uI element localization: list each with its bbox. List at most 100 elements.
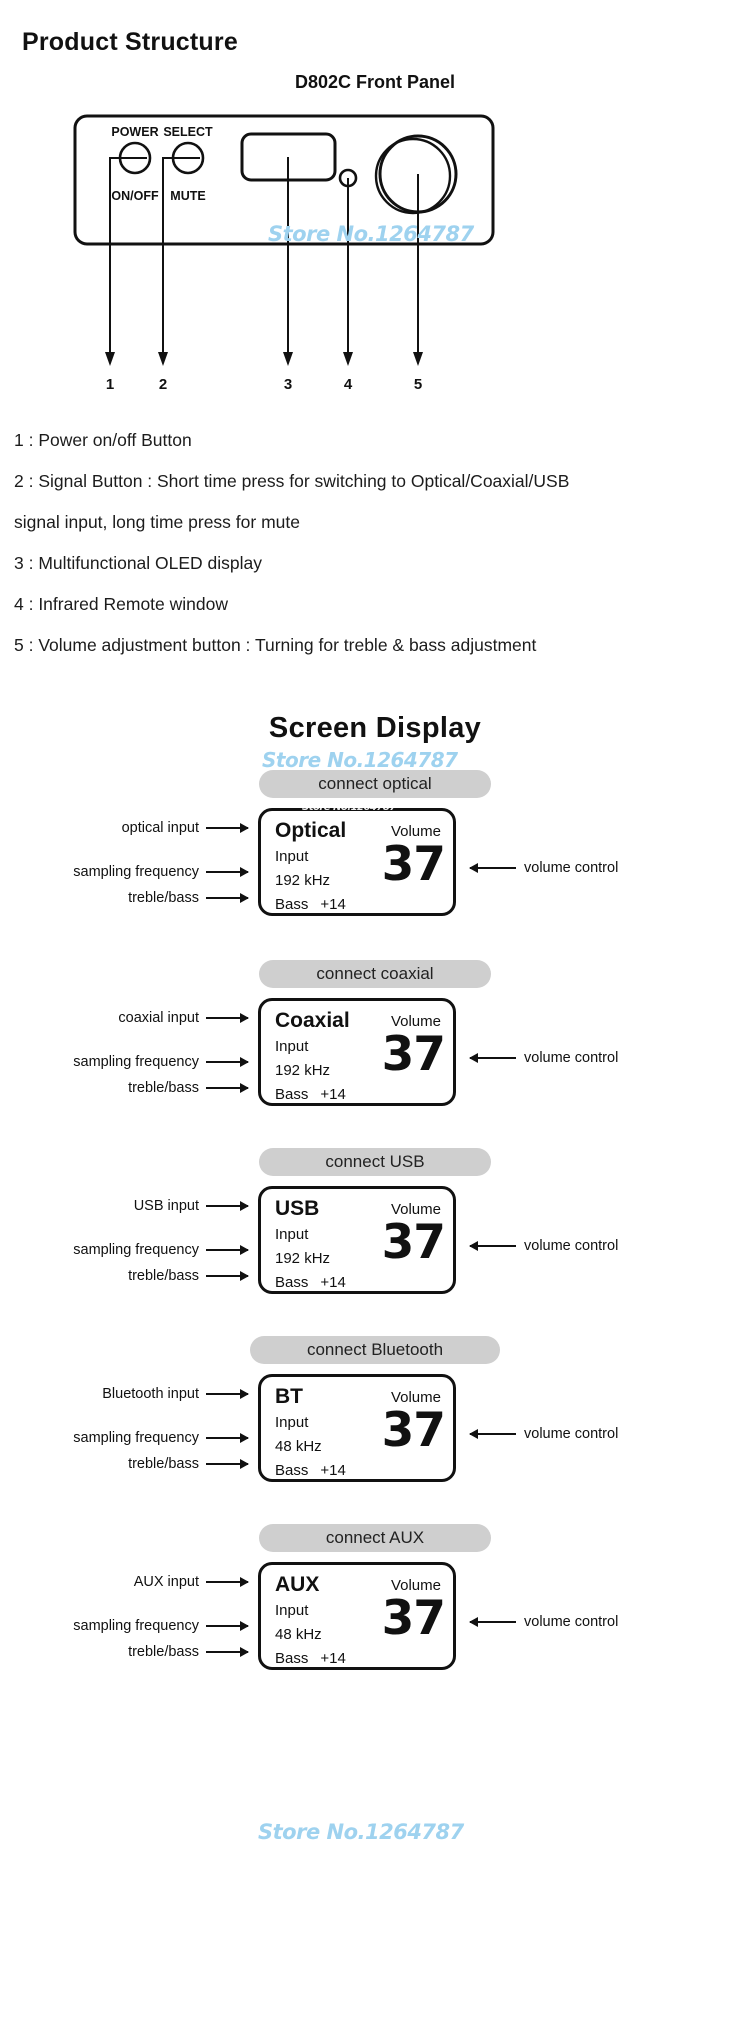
arrow-right-icon xyxy=(206,1245,249,1255)
description-line: 1 : Power on/off Button xyxy=(14,430,192,450)
input-text: Input xyxy=(275,1038,309,1055)
watermark: Store No.1264787 xyxy=(258,1820,464,1844)
arrow-right-icon xyxy=(206,1057,249,1067)
select-label: SELECT xyxy=(163,125,213,139)
bass-label: Bass xyxy=(275,1462,309,1479)
callout-number-5: 5 xyxy=(414,376,422,393)
oled-screen: BT Volume Input 48 kHz Bass +14 37 xyxy=(258,1374,456,1482)
source-label: Optical xyxy=(275,819,347,842)
source-label: Coaxial xyxy=(275,1009,350,1032)
volume-control-callout: volume control xyxy=(469,1050,619,1066)
screen-block: connect USB USB input sampling frequency… xyxy=(0,1148,750,1336)
arrow-right-icon xyxy=(206,1621,249,1631)
front-panel-title: D802C Front Panel xyxy=(294,72,456,92)
arrow-left-icon xyxy=(469,1241,516,1251)
frequency-value: 48 kHz xyxy=(275,1626,322,1643)
sampling-callout: sampling frequency xyxy=(22,864,249,880)
volume-value: 37 xyxy=(381,1403,446,1458)
connect-pill: connect AUX xyxy=(259,1524,491,1552)
arrow-right-icon xyxy=(206,1577,249,1587)
treble-bass-label: treble/bass xyxy=(128,1456,199,1472)
oled-screen: USB Volume Input 192 kHz Bass +14 37 xyxy=(258,1186,456,1294)
frequency-value: 48 kHz xyxy=(275,1438,322,1455)
treble-bass-label: treble/bass xyxy=(128,1644,199,1660)
volume-control-callout: volume control xyxy=(469,860,619,876)
arrow-right-icon xyxy=(206,823,249,833)
volume-control-label: volume control xyxy=(524,860,619,876)
sampling-callout: sampling frequency xyxy=(22,1054,249,1070)
sampling-callout: sampling frequency xyxy=(22,1618,249,1634)
treble-bass-label: treble/bass xyxy=(128,1268,199,1284)
input-callout: optical input xyxy=(40,820,249,836)
connect-pill: connect USB xyxy=(259,1148,491,1176)
volume-control-callout: volume control xyxy=(469,1238,619,1254)
input-callout-label: USB input xyxy=(133,1198,199,1214)
frequency-value: 192 kHz xyxy=(275,872,331,889)
input-text: Input xyxy=(275,848,309,865)
input-callout: coaxial input xyxy=(40,1010,249,1026)
treble-bass-callout: treble/bass xyxy=(60,890,249,906)
screen-block: connect Bluetooth Bluetooth input sampli… xyxy=(0,1336,750,1524)
bass-label: Bass xyxy=(275,896,309,913)
description-line: 4 : Infrared Remote window xyxy=(14,594,228,614)
treble-bass-label: treble/bass xyxy=(128,1080,199,1096)
screen-block: connect AUX AUX input sampling frequency… xyxy=(0,1524,750,1714)
power-label: POWER xyxy=(111,125,158,139)
input-callout: USB input xyxy=(40,1198,249,1214)
screen-block: connect coaxial coaxial input sampling f… xyxy=(0,960,750,1148)
arrow-right-icon xyxy=(206,893,249,903)
sampling-callout: sampling frequency xyxy=(22,1430,249,1446)
input-callout-label: optical input xyxy=(121,820,199,836)
callout-number-3: 3 xyxy=(284,376,292,393)
arrow-right-icon xyxy=(206,1433,249,1443)
arrow-right-icon xyxy=(206,1271,249,1281)
volume-value: 37 xyxy=(381,1027,446,1082)
on-off-label: ON/OFF xyxy=(111,189,159,203)
source-label: AUX xyxy=(275,1573,320,1596)
treble-bass-callout: treble/bass xyxy=(60,1268,249,1284)
volume-control-callout: volume control xyxy=(469,1426,619,1442)
input-text: Input xyxy=(275,1602,309,1619)
bass-value: +14 xyxy=(320,1274,346,1291)
treble-bass-label: treble/bass xyxy=(128,890,199,906)
volume-control-label: volume control xyxy=(524,1050,619,1066)
bass-row: Bass +14 xyxy=(275,1462,346,1479)
sampling-frequency-label: sampling frequency xyxy=(73,1430,199,1446)
source-label: BT xyxy=(275,1385,303,1408)
volume-control-label: volume control xyxy=(524,1426,619,1442)
description-line: 5 : Volume adjustment button : Turning f… xyxy=(14,635,537,655)
treble-bass-callout: treble/bass xyxy=(60,1080,249,1096)
volume-control-label: volume control xyxy=(524,1238,619,1254)
description-list: 1 : Power on/off Button 2 : Signal Butto… xyxy=(14,420,734,666)
description-line: 2 : Signal Button : Short time press for… xyxy=(14,471,570,491)
bass-label: Bass xyxy=(275,1650,309,1667)
oled-screen: AUX Volume Input 48 kHz Bass +14 37 xyxy=(258,1562,456,1670)
volume-value: 37 xyxy=(381,837,446,892)
arrow-right-icon xyxy=(206,1013,249,1023)
front-panel-diagram: POWER ON/OFF SELECT MUTE 1 2 3 4 5 xyxy=(0,96,750,406)
bass-value: +14 xyxy=(320,896,346,913)
arrow-right-icon xyxy=(206,1201,249,1211)
screen-display-blocks: connect optical optical input sampling f… xyxy=(0,770,750,1714)
oled-screen: Coaxial Volume Input 192 kHz Bass +14 37 xyxy=(258,998,456,1106)
arrow-right-icon xyxy=(206,867,249,877)
bass-row: Bass +14 xyxy=(275,1274,346,1291)
bass-value: +14 xyxy=(320,1086,346,1103)
oled-screen: Optical Volume Input 192 kHz Bass +14 37 xyxy=(258,808,456,916)
arrow-left-icon xyxy=(469,1429,516,1439)
input-callout-label: coaxial input xyxy=(118,1010,199,1026)
input-callout: AUX input xyxy=(40,1574,249,1590)
arrow-right-icon xyxy=(206,1083,249,1093)
bass-row: Bass +14 xyxy=(275,1650,346,1667)
product-structure-page: Product Structure D802C Front Panel POWE… xyxy=(0,0,750,2044)
treble-bass-callout: treble/bass xyxy=(60,1644,249,1660)
input-callout-label: AUX input xyxy=(133,1574,199,1590)
bass-row: Bass +14 xyxy=(275,1086,346,1103)
sampling-frequency-label: sampling frequency xyxy=(73,1618,199,1634)
arrow-left-icon xyxy=(469,1617,516,1627)
callout-number-1: 1 xyxy=(106,376,114,393)
sampling-frequency-label: sampling frequency xyxy=(73,1242,199,1258)
sampling-frequency-label: sampling frequency xyxy=(73,1054,199,1070)
screen-block: connect optical optical input sampling f… xyxy=(0,770,750,960)
bass-value: +14 xyxy=(320,1462,346,1479)
